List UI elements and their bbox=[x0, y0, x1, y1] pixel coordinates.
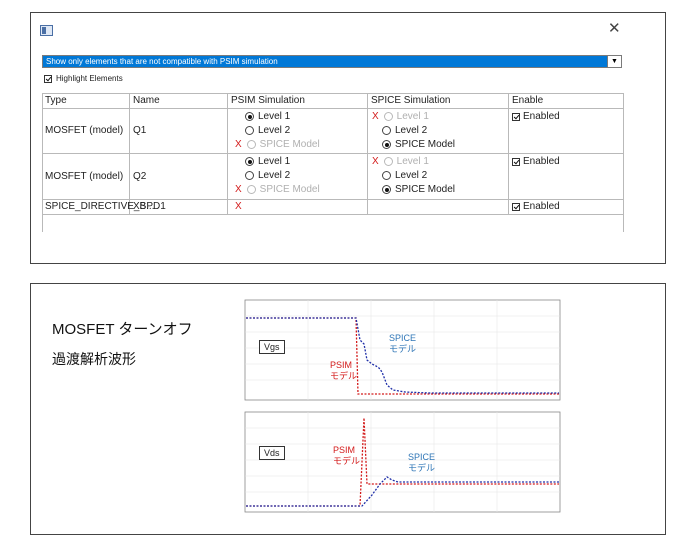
vgs-spice-label: SPICE モデル bbox=[389, 333, 417, 354]
vds-box-label: Vds bbox=[259, 446, 285, 460]
vds-plot-frame bbox=[244, 411, 561, 513]
vgs-box-label: Vgs bbox=[259, 340, 285, 354]
vds-spice-label: SPICE モデル bbox=[408, 452, 436, 473]
vgs-psim-label: PSIM モデル bbox=[330, 360, 358, 381]
vds-psim-label: PSIM モデル bbox=[333, 445, 361, 466]
waveform-plots bbox=[244, 299, 561, 513]
